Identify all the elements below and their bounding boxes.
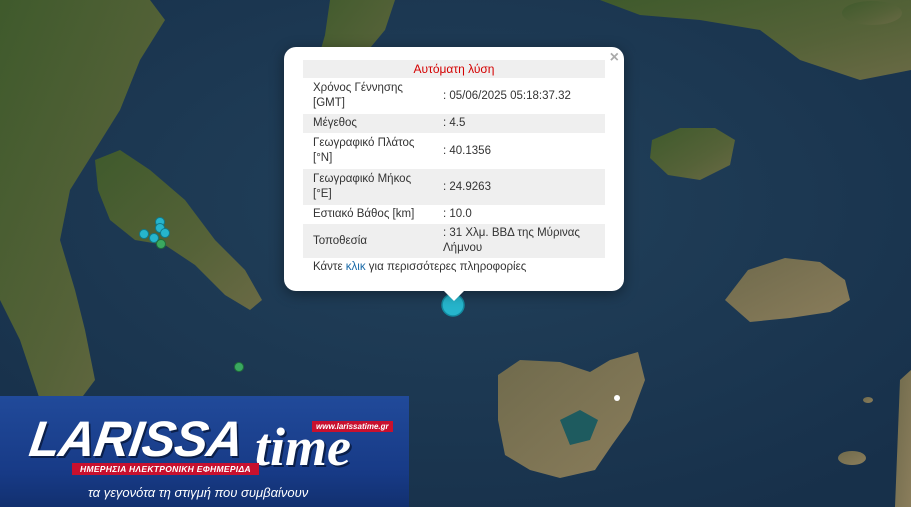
row-value: : 40.1356 <box>443 144 491 157</box>
row-label: Εστιακό Βάθος [km] <box>313 208 415 220</box>
close-icon[interactable]: × <box>610 49 619 67</box>
table-row: Μέγεθος : 4.5 <box>303 114 605 133</box>
row-value: : 4.5 <box>431 114 605 133</box>
row-value: : 31 Χλμ. ΒΒΔ της Μύρινας Λήμνου <box>431 224 605 258</box>
more-suffix: για περισσότερες πληροφορίες <box>365 261 527 273</box>
row-value: : 10.0 <box>443 208 472 220</box>
quake-marker[interactable] <box>160 228 170 238</box>
table-row: Γεωγραφικό Πλάτος [°N] : 40.1356 <box>303 133 605 169</box>
quake-details-table: Χρόνος Γέννησης [GMT] : 05/06/2025 05:18… <box>303 78 605 258</box>
quake-marker-older[interactable] <box>234 362 244 372</box>
popup-tip <box>443 290 465 301</box>
quake-marker-older[interactable] <box>156 239 166 249</box>
row-label: Γεωγραφικό Μήκος [°E] <box>303 169 431 205</box>
popup-title: Αυτόματη λύση <box>303 60 605 78</box>
islet-1 <box>842 1 902 25</box>
table-row: Γεωγραφικό Μήκος [°E] : 24.9263 <box>303 169 605 205</box>
row-label: Χρόνος Γέννησης [GMT] <box>313 82 403 109</box>
islet-3 <box>863 397 873 403</box>
logo-word: LARISSA <box>26 411 247 467</box>
table-row: Τοποθεσία : 31 Χλμ. ΒΒΔ της Μύρινας Λήμν… <box>303 224 605 258</box>
table-row: Εστιακό Βάθος [km] : 10.0 <box>303 205 605 224</box>
logo-band: ΗΜΕΡΗΣΙΑ ΗΛΕΚΤΡΟΝΙΚΗ ΕΦΗΜΕΡΙΔΑ <box>72 463 259 475</box>
logo-slogan: τα γεγονότα τη στιγμή που συμβαίνουν <box>88 485 309 500</box>
row-label: Τοποθεσία <box>303 224 431 258</box>
earthquake-popup: × Αυτόματη λύση Χρόνος Γέννησης [GMT] : … <box>284 47 624 291</box>
quake-marker[interactable] <box>139 229 149 239</box>
row-value: : 05/06/2025 05:18:37.32 <box>443 89 571 102</box>
row-value: : 24.9263 <box>431 169 605 205</box>
row-label: Γεωγραφικό Πλάτος [°N] <box>313 137 415 164</box>
logo-time: time <box>255 417 351 477</box>
larissatime-logo[interactable]: LARISSA www.larissatime.gr time ΗΜΕΡΗΣΙΑ… <box>0 396 409 507</box>
table-row: Χρόνος Γέννησης [GMT] : 05/06/2025 05:18… <box>303 78 605 114</box>
location-dot <box>614 395 620 401</box>
more-info-text: Κάντε κλικ για περισσότερες πληροφορίες <box>313 261 526 273</box>
more-info-link[interactable]: κλικ <box>346 261 366 273</box>
more-prefix: Κάντε <box>313 261 346 273</box>
row-label: Μέγεθος <box>303 114 431 133</box>
islet-2 <box>838 451 866 465</box>
